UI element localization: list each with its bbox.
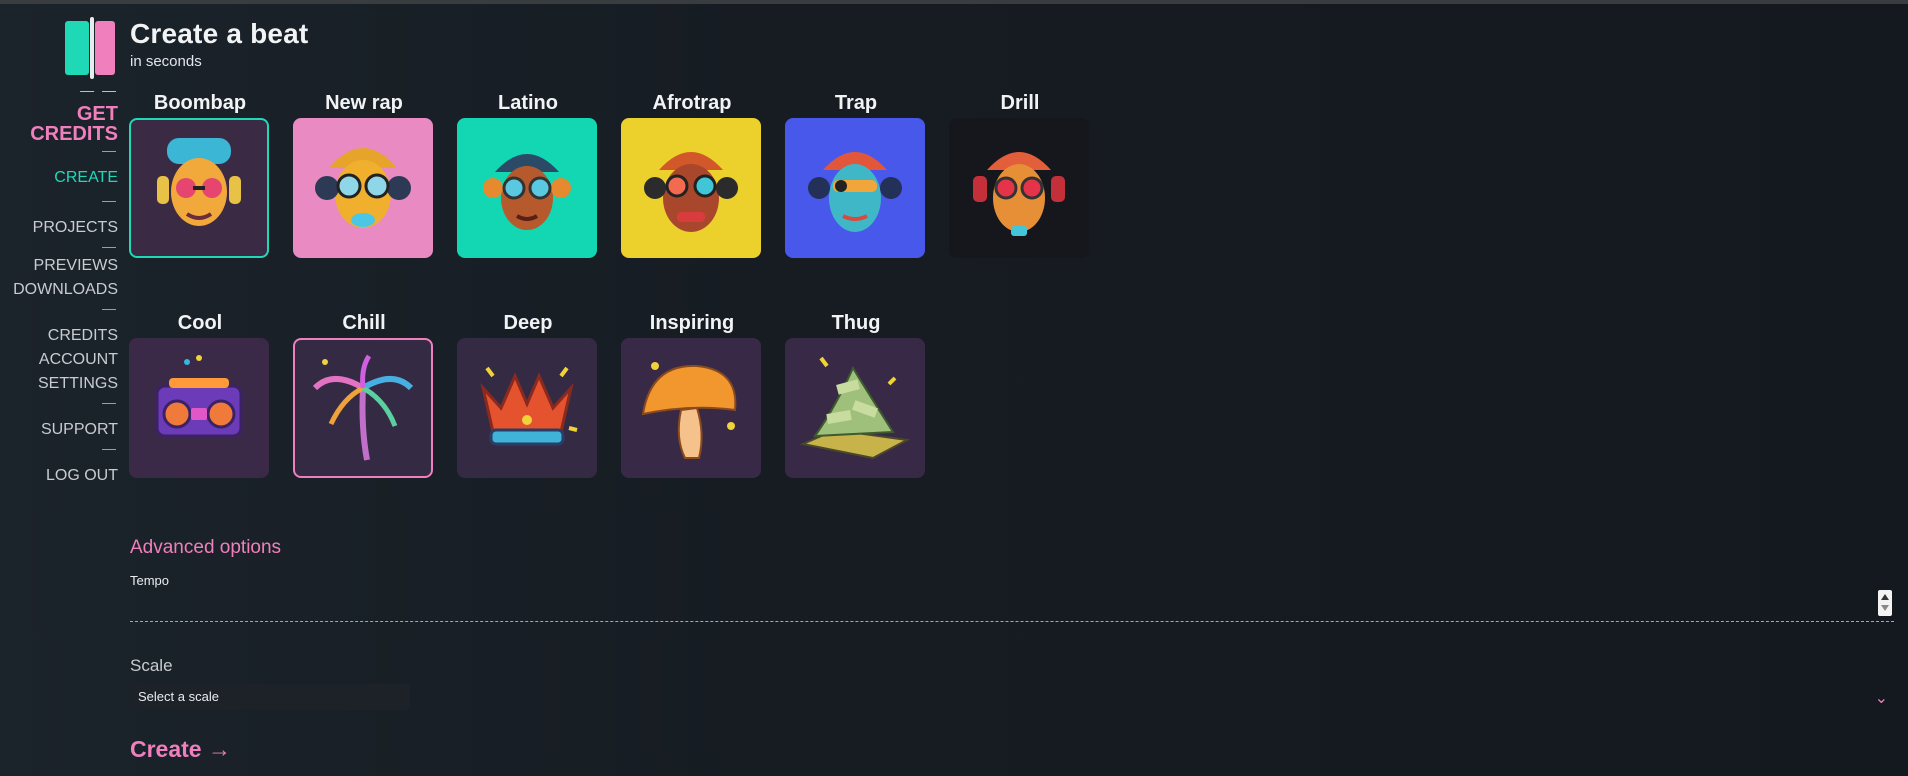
palm-tree-icon [312,354,414,461]
mood-label: Chill [342,312,386,334]
scale-select-value[interactable]: Select a scale [130,684,410,710]
app-logo[interactable] [65,17,119,79]
genre-trap[interactable]: Trap [785,92,927,258]
genre-tile[interactable] [785,118,925,258]
genre-label: Afrotrap [652,92,732,114]
mood-deep[interactable]: Deep [457,312,599,478]
mood-tile[interactable] [785,338,925,478]
page-header: Create a beat in seconds [130,18,308,70]
mood-chill[interactable]: Chill [293,312,435,478]
genre-afrotrap[interactable]: Afrotrap [621,92,763,258]
chevron-down-icon[interactable]: ⌄ [1875,688,1888,708]
scale-label: Scale [130,656,173,675]
get-credits-label-1: GET [76,103,118,125]
mushroom-icon [641,362,737,459]
get-credits-link[interactable]: GET CREDITS [0,104,118,144]
sidebar: — — GET CREDITS — CREATE — PROJECTS — PR… [0,82,118,488]
crown-icon [480,366,578,446]
sidebar-item-downloads[interactable]: DOWNLOADS [0,278,118,302]
page-subtitle: in seconds [130,53,202,70]
mood-tile[interactable] [293,338,433,478]
tempo-input[interactable] [130,586,1894,622]
divider: — [102,142,118,158]
new-rap-face-icon [315,148,411,228]
genre-label: New rap [325,92,403,114]
genre-boombap[interactable]: Boombap [129,92,271,258]
sidebar-item-credits[interactable]: CREDITS [0,324,118,348]
mood-thug[interactable]: Thug [785,312,927,478]
sidebar-item-projects[interactable]: PROJECTS [0,216,118,240]
mood-label: Inspiring [649,312,735,334]
sidebar-item-support[interactable]: SUPPORT [0,418,118,442]
tempo-spinner[interactable] [1878,590,1892,616]
genre-label: Boombap [153,92,247,114]
genre-label: Latino [498,92,558,114]
divider: — [102,300,118,316]
sidebar-item-previews[interactable]: PREVIEWS [0,254,118,278]
sidebar-item-logout[interactable]: LOG OUT [0,464,118,488]
mood-label: Deep [503,312,553,334]
afrotrap-face-icon [644,152,738,232]
genre-tile[interactable] [621,118,761,258]
boombox-icon [155,355,243,438]
spinner-up-icon[interactable] [1881,594,1889,600]
genre-tile[interactable] [293,118,433,258]
sidebar-item-settings[interactable]: SETTINGS [0,372,118,396]
logo-pink-bar [95,21,115,75]
sidebar-item-create[interactable]: CREATE [0,166,118,190]
divider: — [102,394,118,410]
divider: — [102,192,118,208]
divider: — [102,440,118,456]
mood-tile[interactable] [621,338,761,478]
genre-tile[interactable] [949,118,1089,258]
genre-label: Drill [1000,92,1040,114]
divider: — — [80,82,118,98]
top-border [0,0,1908,4]
drill-face-icon [973,152,1065,236]
mood-label: Cool [177,312,223,334]
advanced-options-toggle[interactable]: Advanced options [130,537,281,559]
mood-cool[interactable]: Cool [129,312,271,478]
genre-tile[interactable] [457,118,597,258]
genre-new-rap[interactable]: New rap [293,92,435,258]
boombap-face-icon [157,138,241,226]
latino-face-icon [483,154,571,230]
mood-tile[interactable] [457,338,597,478]
logo-white-bar [90,17,94,79]
spinner-down-icon[interactable] [1881,605,1889,611]
genre-tile[interactable] [129,118,269,258]
mood-inspiring[interactable]: Inspiring [621,312,763,478]
create-button[interactable]: Create → [130,736,231,763]
genre-label: Trap [834,92,878,114]
logo-teal-bar [65,21,89,75]
sidebar-item-account[interactable]: ACCOUNT [0,348,118,372]
page-title: Create a beat [130,18,309,49]
genre-latino[interactable]: Latino [457,92,599,258]
mood-tile[interactable] [129,338,269,478]
money-pile-icon [799,356,911,460]
divider: — [102,238,118,254]
scale-select[interactable]: Select a scale ⌄ [130,684,1894,710]
trap-face-icon [808,152,902,232]
genre-drill[interactable]: Drill [949,92,1091,258]
mood-label: Thug [831,312,881,334]
